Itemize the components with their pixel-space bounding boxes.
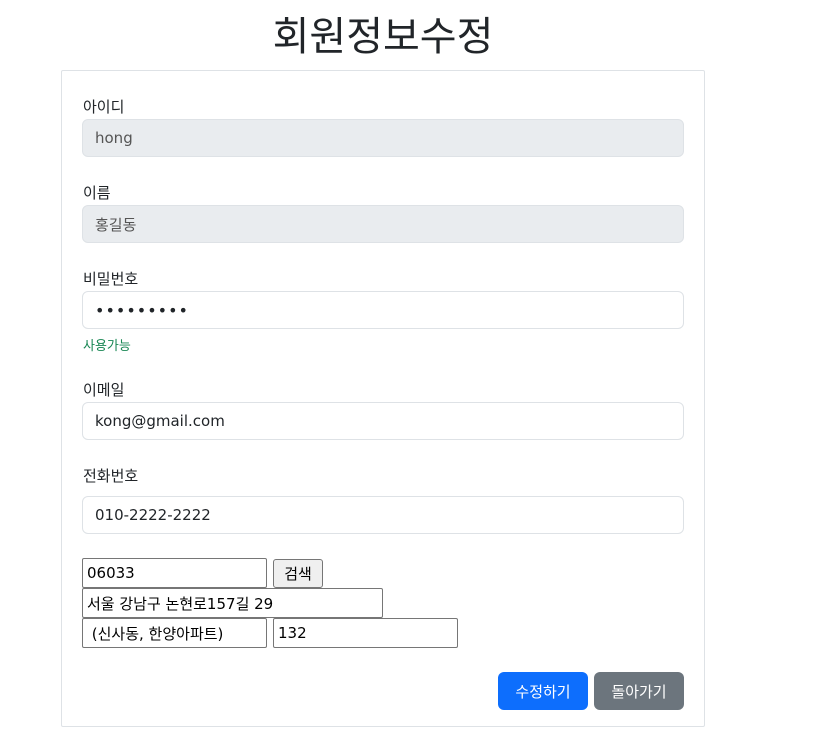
userid-field[interactable] xyxy=(82,119,684,157)
page-title: 회원정보수정 xyxy=(272,14,494,60)
address-search-button[interactable]: 검색 xyxy=(273,559,323,588)
name-label: 이름 xyxy=(83,184,111,202)
password-field[interactable] xyxy=(82,291,684,329)
email-label: 이메일 xyxy=(83,381,125,399)
phone-field[interactable] xyxy=(82,496,684,534)
userid-label: 아이디 xyxy=(83,98,125,116)
member-edit-form: 아이디 이름 비밀번호 사용가능 이메일 전화번호 검색 수정하기 돌아가기 xyxy=(61,70,705,727)
password-label: 비밀번호 xyxy=(83,270,139,288)
detail-address-field[interactable] xyxy=(273,618,458,648)
back-button[interactable]: 돌아가기 xyxy=(594,672,684,710)
road-address-field[interactable] xyxy=(82,588,383,618)
page: 회원정보수정 아이디 이름 비밀번호 사용가능 이메일 전화번호 검색 수정하기… xyxy=(0,0,830,746)
email-field[interactable] xyxy=(82,402,684,440)
name-field[interactable] xyxy=(82,205,684,243)
extra-address-field[interactable] xyxy=(82,618,267,648)
phone-label: 전화번호 xyxy=(83,467,139,485)
submit-button[interactable]: 수정하기 xyxy=(498,672,588,710)
postcode-field[interactable] xyxy=(82,558,267,588)
password-feedback: 사용가능 xyxy=(83,339,131,354)
